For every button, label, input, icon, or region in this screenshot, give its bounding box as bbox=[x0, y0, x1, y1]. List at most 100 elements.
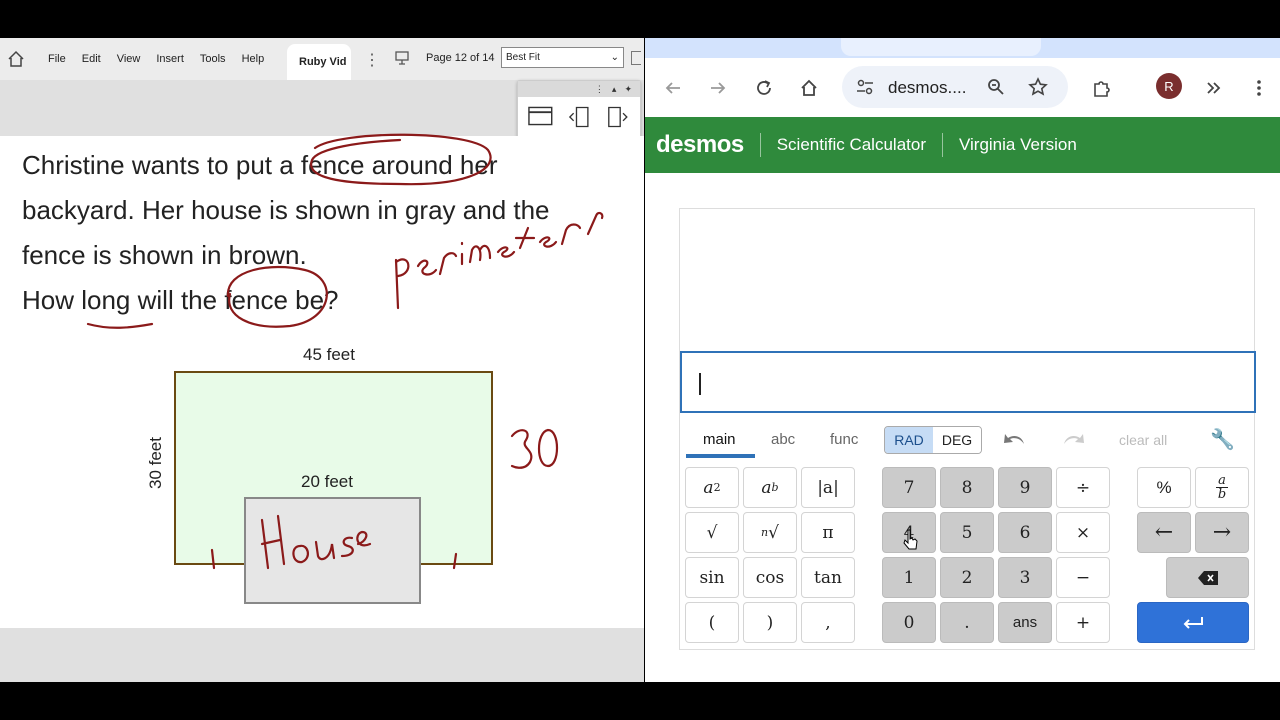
key-minus[interactable]: − bbox=[1056, 557, 1110, 598]
chevron-down-icon: ⌄ bbox=[610, 52, 619, 63]
home-button[interactable] bbox=[0, 38, 32, 80]
key-percent[interactable]: % bbox=[1137, 467, 1191, 508]
house-rectangle bbox=[244, 497, 421, 604]
document-tab[interactable]: Ruby Vid bbox=[287, 44, 351, 80]
screen: File Edit View Insert Tools Help Ruby Vi… bbox=[0, 0, 1280, 720]
browser-tab[interactable] bbox=[841, 38, 1041, 56]
key-cursor-left[interactable]: ← bbox=[1137, 512, 1191, 553]
key-cos[interactable]: cos bbox=[743, 557, 797, 598]
mouse-pointer-icon bbox=[903, 529, 918, 550]
insert-page-left-icon[interactable] bbox=[567, 105, 592, 129]
menu-insert[interactable]: Insert bbox=[156, 53, 184, 65]
key-nth-root[interactable]: n √ bbox=[743, 512, 797, 553]
window-icon[interactable] bbox=[528, 105, 553, 127]
key-2[interactable]: 2 bbox=[940, 557, 994, 598]
tab-abc[interactable]: abc bbox=[771, 431, 795, 448]
kebab-menu-icon bbox=[1257, 80, 1261, 96]
header-separator bbox=[941, 133, 943, 157]
redo-icon[interactable] bbox=[1060, 428, 1086, 448]
key-right-paren[interactable]: ) bbox=[743, 602, 797, 643]
key-enter[interactable] bbox=[1137, 602, 1249, 643]
zoom-icon[interactable] bbox=[987, 78, 1005, 96]
pin-icon[interactable]: ✦ bbox=[624, 84, 632, 95]
key-tan[interactable]: tan bbox=[801, 557, 855, 598]
forward-button[interactable] bbox=[706, 76, 730, 100]
key-square[interactable]: a2 bbox=[685, 467, 739, 508]
menu-file[interactable]: File bbox=[48, 53, 66, 65]
key-9[interactable]: 9 bbox=[998, 467, 1052, 508]
key-pi[interactable]: π bbox=[801, 512, 855, 553]
top-dimension-label: 45 feet bbox=[303, 345, 355, 364]
key-backspace[interactable] bbox=[1166, 557, 1249, 598]
insert-page-right-icon[interactable] bbox=[605, 105, 630, 129]
arrow-right-icon bbox=[711, 82, 726, 94]
floating-toolbar-header: ⋮ ▴ ✦ bbox=[518, 81, 640, 97]
reload-icon bbox=[757, 80, 771, 95]
backspace-icon bbox=[1197, 570, 1218, 585]
text-caret bbox=[699, 373, 701, 395]
expression-input[interactable] bbox=[680, 351, 1256, 413]
more-tabs-button[interactable] bbox=[1202, 76, 1226, 100]
bookmark-star-icon[interactable] bbox=[1028, 77, 1048, 97]
settings-wrench-icon[interactable]: 🔧 bbox=[1210, 427, 1235, 452]
keypad-tabs: main abc func RAD DEG clear all 🔧 bbox=[680, 421, 1256, 461]
menu-view[interactable]: View bbox=[117, 53, 141, 65]
key-0[interactable]: 0 bbox=[882, 602, 936, 643]
tab-func[interactable]: func bbox=[830, 431, 858, 448]
key-abs[interactable]: |a| bbox=[801, 467, 855, 508]
more-options-icon[interactable]: ⋮ bbox=[364, 50, 380, 70]
zoom-select[interactable]: Best Fit ⌄ bbox=[501, 47, 624, 68]
browser-menu-button[interactable] bbox=[1247, 76, 1271, 100]
key-multiply[interactable]: × bbox=[1056, 512, 1110, 553]
profile-avatar[interactable]: R bbox=[1156, 73, 1182, 99]
back-button[interactable] bbox=[661, 76, 685, 100]
browser-window: desmos.... R desmos Scientific Calculato… bbox=[645, 38, 1280, 682]
key-power[interactable]: ab bbox=[743, 467, 797, 508]
deg-button[interactable]: DEG bbox=[933, 427, 981, 453]
nav-virginia-version[interactable]: Virginia Version bbox=[959, 135, 1077, 155]
presentation-icon[interactable] bbox=[394, 50, 410, 69]
toolbar-menu-icon[interactable]: ⋮ bbox=[595, 84, 604, 95]
key-5[interactable]: 5 bbox=[940, 512, 994, 553]
rad-button[interactable]: RAD bbox=[885, 427, 933, 453]
key-comma[interactable]: , bbox=[801, 602, 855, 643]
menu-edit[interactable]: Edit bbox=[82, 53, 101, 65]
menu-help[interactable]: Help bbox=[242, 53, 265, 65]
tab-main[interactable]: main bbox=[703, 431, 736, 448]
expand-icon[interactable] bbox=[631, 51, 641, 65]
side-dimension-label: 30 feet bbox=[146, 437, 165, 489]
key-fraction[interactable]: ab bbox=[1195, 467, 1249, 508]
address-bar[interactable]: desmos.... bbox=[842, 66, 1068, 108]
desmos-header: desmos Scientific Calculator Virginia Ve… bbox=[645, 117, 1280, 173]
key-sqrt[interactable]: √ bbox=[685, 512, 739, 553]
clear-all-button[interactable]: clear all bbox=[1119, 432, 1167, 448]
key-decimal[interactable]: . bbox=[940, 602, 994, 643]
key-cursor-right[interactable]: → bbox=[1195, 512, 1249, 553]
problem-line-2: backyard. Her house is shown in gray and… bbox=[22, 195, 550, 225]
home-page-button[interactable] bbox=[797, 76, 821, 100]
key-7[interactable]: 7 bbox=[882, 467, 936, 508]
problem-line-3: fence is shown in brown. bbox=[22, 240, 307, 270]
puzzle-icon bbox=[1094, 81, 1110, 97]
menu-tools[interactable]: Tools bbox=[200, 53, 226, 65]
extensions-button[interactable] bbox=[1090, 76, 1114, 100]
nav-scientific-calculator[interactable]: Scientific Calculator bbox=[777, 135, 926, 155]
undo-icon[interactable] bbox=[1002, 428, 1028, 448]
reload-button[interactable] bbox=[752, 76, 776, 100]
key-6[interactable]: 6 bbox=[998, 512, 1052, 553]
key-plus[interactable]: + bbox=[1056, 602, 1110, 643]
house-dimension-label: 20 feet bbox=[301, 472, 353, 491]
address-text: desmos.... bbox=[888, 78, 967, 97]
arrow-left-icon bbox=[665, 82, 680, 94]
key-3[interactable]: 3 bbox=[998, 557, 1052, 598]
key-divide[interactable]: ÷ bbox=[1056, 467, 1110, 508]
desmos-logo[interactable]: desmos bbox=[656, 131, 744, 159]
key-sin[interactable]: sin bbox=[685, 557, 739, 598]
key-left-paren[interactable]: ( bbox=[685, 602, 739, 643]
site-settings-icon[interactable] bbox=[856, 79, 874, 95]
key-1[interactable]: 1 bbox=[882, 557, 936, 598]
key-8[interactable]: 8 bbox=[940, 467, 994, 508]
key-ans[interactable]: ans bbox=[998, 602, 1052, 643]
collapse-icon[interactable]: ▴ bbox=[612, 84, 617, 95]
calculator-panel: main abc func RAD DEG clear all 🔧 a2 ab … bbox=[679, 208, 1256, 650]
